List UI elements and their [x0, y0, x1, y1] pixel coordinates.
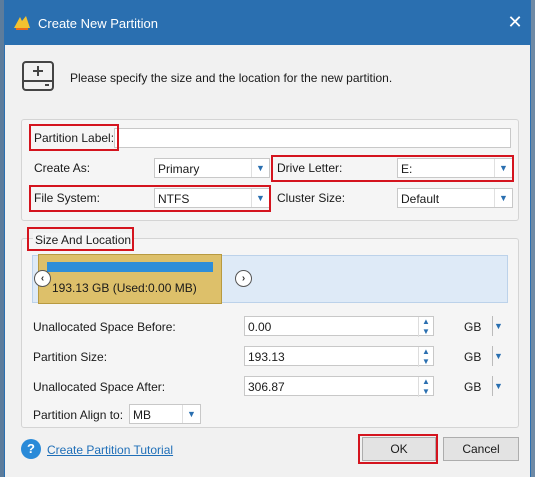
- highlight-size-location: [27, 227, 134, 251]
- create-as-value: Primary: [158, 162, 200, 176]
- partition-size-spinner[interactable]: ▲ ▼: [418, 347, 433, 367]
- create-partition-dialog: Create New Partition ✕ Please specify th…: [4, 0, 531, 477]
- unallocated-before-value: 0.00: [248, 320, 272, 334]
- partition-size-label: Partition Size:: [33, 350, 108, 364]
- chevron-down-icon[interactable]: ▼: [492, 316, 504, 336]
- spin-down-icon[interactable]: ▼: [419, 387, 433, 397]
- move-left-icon[interactable]: ‹: [34, 270, 51, 287]
- instruction-text: Please specify the size and the location…: [70, 71, 393, 85]
- partition-size-value: 193.13: [248, 350, 285, 364]
- app-logo-icon: [14, 16, 30, 30]
- chevron-down-icon[interactable]: ▼: [182, 405, 200, 423]
- chevron-down-icon[interactable]: ▼: [251, 159, 269, 177]
- partition-properties-group: Partition Label: Create As: Primary ▼ Dr…: [21, 119, 519, 221]
- unallocated-after-spinner[interactable]: ▲ ▼: [418, 377, 433, 397]
- create-as-select[interactable]: Primary ▼: [154, 158, 270, 178]
- new-partition-block[interactable]: 193.13 GB (Used:0.00 MB): [38, 254, 222, 304]
- unallocated-before-input[interactable]: 0.00 ▲ ▼: [244, 316, 434, 337]
- spin-down-icon[interactable]: ▼: [419, 327, 433, 337]
- cluster-size-label: Cluster Size:: [277, 191, 346, 205]
- dialog-body: Please specify the size and the location…: [5, 45, 530, 477]
- size-location-group: Size And Location 193.13 GB (Used:0.00 M…: [21, 227, 519, 428]
- new-partition-icon: [22, 61, 54, 91]
- title-bar[interactable]: Create New Partition ✕: [5, 1, 530, 45]
- unallocated-before-label: Unallocated Space Before:: [33, 320, 176, 334]
- cluster-size-select[interactable]: Default ▼: [397, 188, 513, 208]
- spin-up-icon[interactable]: ▲: [419, 317, 433, 327]
- close-icon[interactable]: ✕: [504, 11, 526, 33]
- unallocated-before-spinner[interactable]: ▲ ▼: [418, 317, 433, 337]
- partition-align-label: Partition Align to:: [33, 408, 124, 422]
- partition-align-select[interactable]: MB ▼: [129, 404, 201, 424]
- chevron-down-icon[interactable]: ▼: [492, 346, 504, 366]
- cluster-size-value: Default: [401, 192, 440, 206]
- unallocated-after-unit: GB: [464, 380, 482, 394]
- used-space-bar: [47, 262, 213, 272]
- highlight-partition-label: [29, 124, 119, 151]
- partition-size-input[interactable]: 193.13 ▲ ▼: [244, 346, 434, 367]
- partition-size-text: 193.13 GB (Used:0.00 MB): [52, 281, 197, 295]
- window-title: Create New Partition: [38, 16, 158, 31]
- spin-up-icon[interactable]: ▲: [419, 377, 433, 387]
- unallocated-after-label: Unallocated Space After:: [33, 380, 166, 394]
- unallocated-after-value: 306.87: [248, 380, 285, 394]
- partition-label-input[interactable]: [114, 128, 511, 148]
- partition-align-value: MB: [133, 408, 151, 422]
- unallocated-before-unit: GB: [464, 320, 482, 334]
- highlight-file-system: [29, 185, 271, 212]
- unallocated-after-input[interactable]: 306.87 ▲ ▼: [244, 376, 434, 397]
- chevron-down-icon[interactable]: ▼: [492, 376, 504, 396]
- highlight-ok-button: [358, 434, 438, 464]
- spin-down-icon[interactable]: ▼: [419, 357, 433, 367]
- spin-up-icon[interactable]: ▲: [419, 347, 433, 357]
- move-right-icon[interactable]: ›: [235, 270, 252, 287]
- chevron-down-icon[interactable]: ▼: [494, 189, 512, 207]
- help-icon[interactable]: ?: [21, 439, 41, 459]
- cancel-button[interactable]: Cancel: [443, 437, 519, 461]
- highlight-drive-letter: [271, 155, 514, 182]
- create-as-label: Create As:: [34, 161, 91, 175]
- partition-size-unit: GB: [464, 350, 482, 364]
- create-partition-tutorial-link[interactable]: Create Partition Tutorial: [47, 443, 173, 457]
